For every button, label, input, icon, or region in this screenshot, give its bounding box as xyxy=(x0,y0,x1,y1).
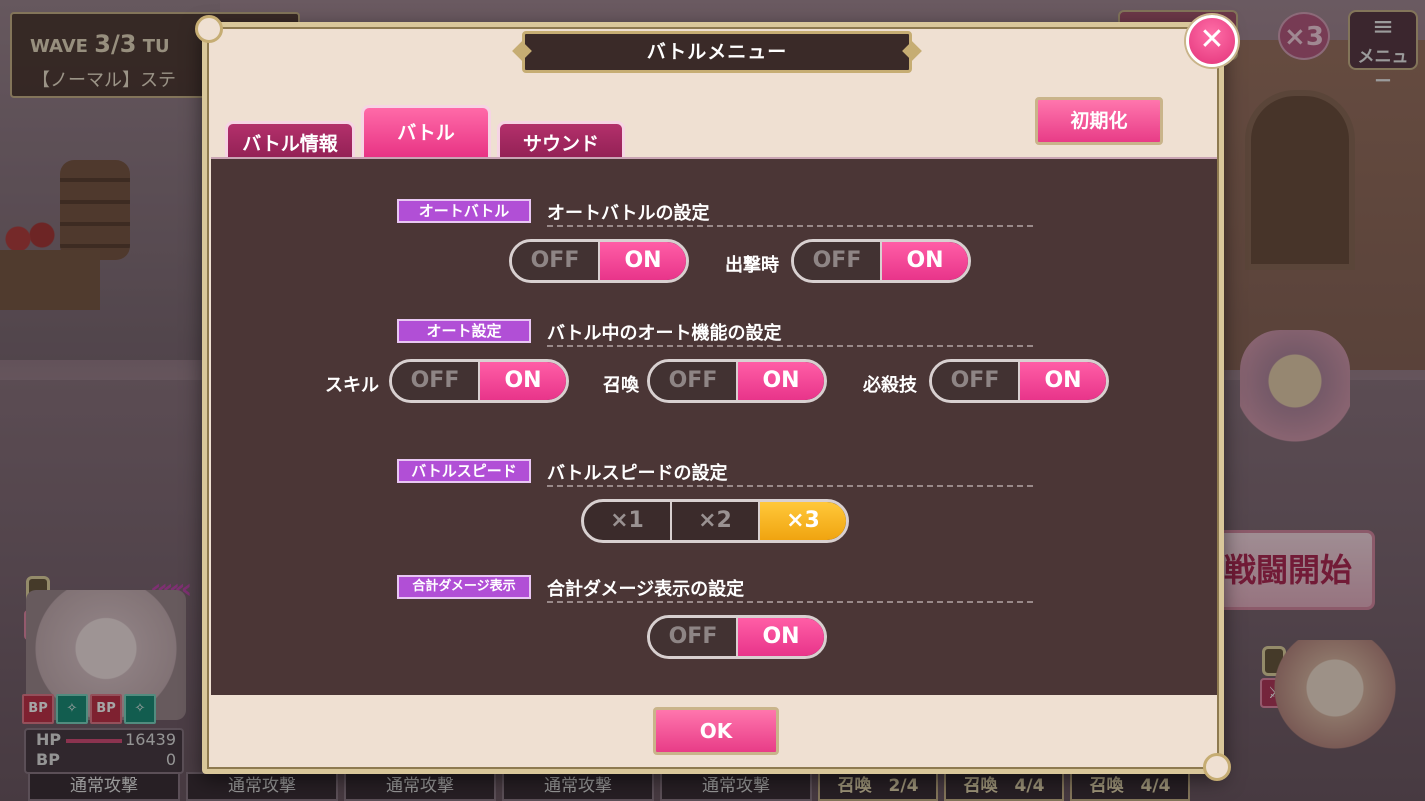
auto-battle-title: オートバトルの設定 xyxy=(547,203,710,224)
corner-ornament xyxy=(195,15,223,43)
section-divider xyxy=(547,225,1033,227)
skill-label: スキル xyxy=(325,375,379,396)
toggle-on-option[interactable]: ON xyxy=(882,242,968,280)
section-divider xyxy=(547,485,1033,487)
reset-button[interactable]: 初期化 xyxy=(1035,97,1163,145)
sortie-label: 出撃時 xyxy=(725,255,779,276)
ok-button[interactable]: OK xyxy=(653,707,779,755)
toggle-on-option[interactable]: ON xyxy=(738,362,824,400)
special-label: 必殺技 xyxy=(863,375,917,396)
skill-auto-toggle[interactable]: OFF ON xyxy=(389,359,569,403)
auto-settings-badge: オート設定 xyxy=(397,319,531,343)
corner-ornament xyxy=(1203,753,1231,781)
damage-display-badge: 合計ダメージ表示 xyxy=(397,575,531,599)
auto-battle-toggle[interactable]: OFF ON xyxy=(509,239,689,283)
toggle-off-option[interactable]: OFF xyxy=(512,242,600,280)
battle-menu-dialog: バトルメニュー ✕ バトル情報 バトル サウンド 初期化 オートバトル オートバ… xyxy=(195,15,1238,781)
summon-label: 召喚 xyxy=(603,375,639,396)
tab-battle[interactable]: バトル xyxy=(361,105,491,163)
toggle-off-option[interactable]: OFF xyxy=(794,242,882,280)
special-auto-toggle[interactable]: OFF ON xyxy=(929,359,1109,403)
toggle-off-option[interactable]: OFF xyxy=(650,362,738,400)
close-icon[interactable]: ✕ xyxy=(1186,15,1238,67)
speed-x3-option[interactable]: ×3 xyxy=(760,502,846,540)
summon-auto-toggle[interactable]: OFF ON xyxy=(647,359,827,403)
battle-speed-title: バトルスピードの設定 xyxy=(547,463,728,484)
battle-speed-selector[interactable]: ×1 ×2 ×3 xyxy=(581,499,849,543)
damage-display-toggle[interactable]: OFF ON xyxy=(647,615,827,659)
toggle-off-option[interactable]: OFF xyxy=(392,362,480,400)
speed-x2-option[interactable]: ×2 xyxy=(672,502,760,540)
toggle-off-option[interactable]: OFF xyxy=(650,618,738,656)
section-divider xyxy=(547,345,1033,347)
auto-battle-badge: オートバトル xyxy=(397,199,531,223)
damage-display-title: 合計ダメージ表示の設定 xyxy=(547,579,745,600)
toggle-on-option[interactable]: ON xyxy=(1020,362,1106,400)
toggle-on-option[interactable]: ON xyxy=(738,618,824,656)
speed-x1-option[interactable]: ×1 xyxy=(584,502,672,540)
settings-panel: オートバトル オートバトルの設定 OFF ON 出撃時 OFF ON オート設定… xyxy=(211,157,1217,695)
auto-settings-title: バトル中のオート機能の設定 xyxy=(547,323,782,344)
toggle-on-option[interactable]: ON xyxy=(600,242,686,280)
toggle-off-option[interactable]: OFF xyxy=(932,362,1020,400)
sortie-auto-toggle[interactable]: OFF ON xyxy=(791,239,971,283)
section-divider xyxy=(547,601,1033,603)
battle-speed-badge: バトルスピード xyxy=(397,459,531,483)
dialog-title: バトルメニュー xyxy=(522,31,912,73)
toggle-on-option[interactable]: ON xyxy=(480,362,566,400)
